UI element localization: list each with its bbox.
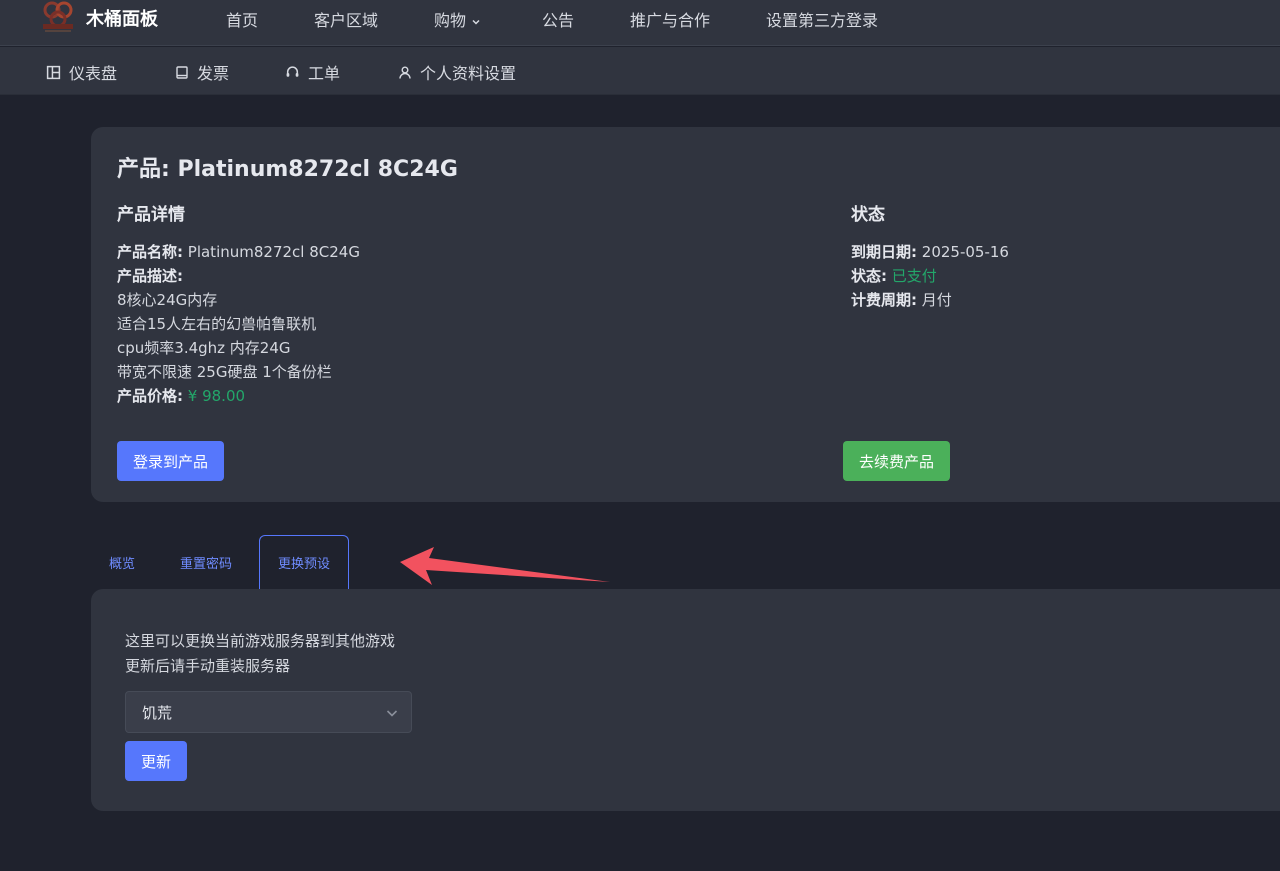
product-price-label: 产品价格:: [117, 387, 183, 405]
status-details: 到期日期: 2025-05-16 状态: 已支付 计费周期: 月付: [851, 240, 1009, 312]
update-button[interactable]: 更新: [125, 741, 188, 781]
dashboard-icon: [46, 65, 61, 79]
user-icon: [399, 66, 411, 79]
product-desc-line: 带宽不限速 25G硬盘 1个备份栏: [117, 363, 332, 381]
headset-icon: [286, 65, 299, 77]
chevron-down-icon: [472, 19, 480, 25]
subnav-profile-label: 个人资料设置: [420, 64, 517, 83]
billing-cycle-value: 月付: [921, 291, 952, 309]
subnav-profile[interactable]: 个人资料设置: [398, 60, 516, 84]
nav-home[interactable]: 首页: [226, 7, 258, 31]
tab-overview[interactable]: 概览: [96, 535, 148, 589]
due-date-value: 2025-05-16: [921, 243, 1009, 261]
billing-cycle-label: 计费周期:: [851, 291, 917, 309]
nav-shop[interactable]: 购物: [434, 7, 481, 31]
chevron-down-icon: [386, 710, 398, 717]
product-details: 产品名称: Platinum8272cl 8C24G 产品描述: 8核心24G内…: [117, 240, 360, 408]
status-badge: 已支付: [891, 267, 937, 285]
preset-description-line: 更新后请手动重装服务器: [125, 657, 291, 675]
game-preset-select[interactable]: 饥荒: [125, 691, 412, 733]
nav-shop-label: 购物: [434, 11, 467, 30]
change-preset-panel: 这里可以更换当前游戏服务器到其他游戏 更新后请手动重装服务器 饥荒 更新: [91, 589, 1280, 811]
login-to-product-button[interactable]: 登录到产品: [117, 441, 225, 481]
product-title: 产品: Platinum8272cl 8C24G: [117, 157, 458, 182]
status-label: 状态:: [851, 267, 887, 285]
product-desc-label: 产品描述:: [117, 267, 183, 285]
product-desc-row: 产品描述:: [117, 264, 360, 288]
subnav-tickets-label: 工单: [308, 64, 341, 83]
annotation-arrow: [400, 547, 610, 585]
nav-announcements[interactable]: 公告: [542, 7, 574, 31]
tab-reset-password[interactable]: 重置密码: [166, 535, 246, 589]
top-navbar: 木桶面板 首页 客户区域 购物 公告 推广与合作 设置第三方登录: [0, 0, 1280, 46]
subnav-tickets[interactable]: 工单: [285, 60, 340, 84]
product-desc-line: cpu频率3.4ghz 内存24G: [117, 339, 291, 357]
subnav-invoices[interactable]: 发票: [175, 60, 229, 84]
nav-client-area[interactable]: 客户区域: [314, 7, 378, 31]
product-name-label: 产品名称:: [117, 243, 183, 261]
preset-description: 这里可以更换当前游戏服务器到其他游戏 更新后请手动重装服务器: [125, 629, 395, 679]
nav-affiliate[interactable]: 推广与合作: [630, 7, 710, 31]
product-desc-line: 适合15人左右的幻兽帕鲁联机: [117, 315, 317, 333]
billing-cycle-row: 计费周期: 月付: [851, 288, 1009, 312]
due-date-label: 到期日期:: [851, 243, 917, 261]
renew-product-button[interactable]: 去续费产品: [843, 441, 951, 481]
product-details-heading: 产品详情: [117, 205, 185, 225]
product-price-value: ¥ 98.00: [187, 387, 246, 405]
logo-icon[interactable]: [40, 0, 76, 34]
product-desc-line: 8核心24G内存: [117, 291, 218, 309]
product-name-row: 产品名称: Platinum8272cl 8C24G: [117, 240, 360, 264]
brand-name[interactable]: 木桶面板: [86, 5, 158, 31]
product-name-value: Platinum8272cl 8C24G: [187, 243, 360, 261]
subnav-dashboard[interactable]: 仪表盘: [46, 60, 117, 84]
subnav-invoices-label: 发票: [197, 64, 230, 83]
product-card: 产品: Platinum8272cl 8C24G 产品详情 产品名称: Plat…: [91, 127, 1280, 502]
subnav-dashboard-label: 仪表盘: [69, 64, 118, 83]
secondary-navbar: 仪表盘 发票 工单 个人资料设置: [0, 47, 1280, 95]
status-row: 状态: 已支付: [851, 264, 1009, 288]
invoice-icon: [176, 65, 188, 79]
nav-third-party-login[interactable]: 设置第三方登录: [766, 7, 878, 31]
tab-change-preset[interactable]: 更换预设: [259, 535, 349, 589]
product-price-row: 产品价格: ¥ 98.00: [117, 384, 360, 408]
status-heading: 状态: [851, 205, 885, 225]
preset-description-line: 这里可以更换当前游戏服务器到其他游戏: [125, 632, 396, 650]
due-date-row: 到期日期: 2025-05-16: [851, 240, 1009, 264]
game-preset-selected: 饥荒: [142, 703, 173, 722]
